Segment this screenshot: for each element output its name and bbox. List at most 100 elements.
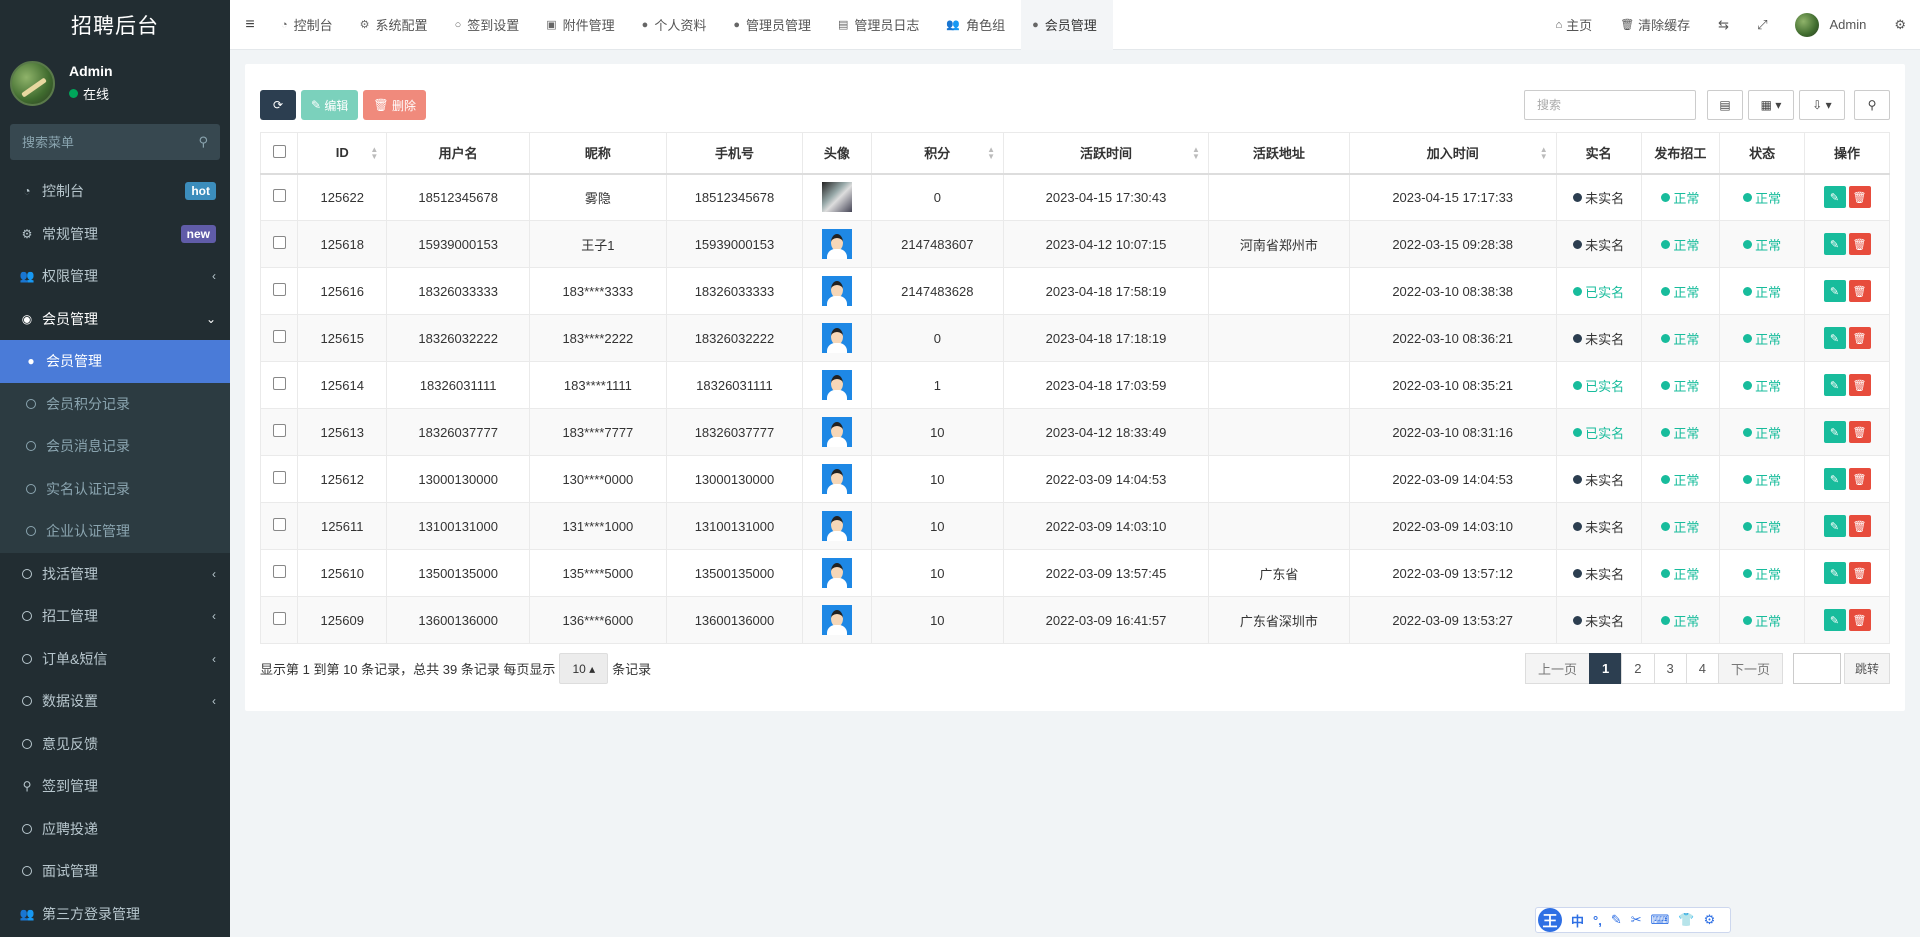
sidebar-item[interactable]: 👥 权限管理 ‹ xyxy=(0,255,230,298)
sidebar-item[interactable]: 面试管理 xyxy=(0,850,230,893)
avatar[interactable] xyxy=(821,605,852,635)
sidebar-item[interactable]: ● 会员管理 xyxy=(0,340,230,383)
page-button[interactable]: 3 xyxy=(1653,653,1687,684)
page-button[interactable]: 2 xyxy=(1621,653,1655,684)
row-edit-button[interactable]: ✎ xyxy=(1823,186,1846,209)
column-header[interactable]: 积分 ▲ ▼ xyxy=(870,132,1005,175)
publish-badge[interactable]: 正常 xyxy=(1661,423,1699,442)
column-header[interactable]: 活跃时间 ▲ ▼ xyxy=(1003,132,1209,175)
row-checkbox[interactable] xyxy=(272,424,286,437)
jump-page-input[interactable] xyxy=(1792,653,1841,684)
row-edit-button[interactable]: ✎ xyxy=(1823,515,1846,537)
avatar[interactable] xyxy=(821,182,852,213)
row-edit-button[interactable]: ✎ xyxy=(1823,327,1846,349)
row-checkbox[interactable] xyxy=(272,612,286,625)
row-checkbox[interactable] xyxy=(272,471,286,484)
sidebar-item[interactable]: 数据设置 ‹ xyxy=(0,680,230,723)
row-edit-button[interactable]: ✎ xyxy=(1823,609,1846,631)
app-logo-title[interactable]: 招聘后台 xyxy=(0,0,230,50)
avatar[interactable] xyxy=(821,464,852,494)
home-link[interactable]: ⌂ 主页 xyxy=(1542,15,1607,34)
sidebar-item[interactable]: ⚙ 常规管理 new xyxy=(0,213,230,256)
status-badge[interactable]: 正常 xyxy=(1743,188,1781,207)
row-checkbox[interactable] xyxy=(272,236,286,249)
columns-button[interactable]: ▦ ▾ xyxy=(1748,90,1794,120)
status-badge[interactable]: 正常 xyxy=(1743,235,1781,254)
search-icon[interactable]: ⚲ xyxy=(198,134,208,150)
row-edit-button[interactable]: ✎ xyxy=(1823,421,1846,443)
avatar[interactable] xyxy=(821,558,852,588)
sidebar-item[interactable]: 企业认证管理 xyxy=(0,510,230,553)
publish-badge[interactable]: 正常 xyxy=(1661,188,1699,207)
table-row[interactable]: 125612 13000130000 130****0000 13000130000 1… xyxy=(259,455,1890,503)
table-row[interactable]: 125615 18326032222 183****2222 18326032222 0… xyxy=(259,314,1890,362)
menu-toggle-icon[interactable]: ≡ xyxy=(230,16,270,34)
table-search-input[interactable] xyxy=(1537,98,1683,112)
avatar[interactable] xyxy=(821,511,852,541)
refresh-button[interactable]: ⟳ xyxy=(260,90,296,120)
ime-punct-icon[interactable]: °, xyxy=(1593,913,1602,928)
sidebar-item[interactable]: 招工管理 ‹ xyxy=(0,595,230,638)
tab-item[interactable]: ○ 签到设置 xyxy=(444,0,536,50)
table-row[interactable]: 125613 18326037777 183****7777 18326037777 1… xyxy=(259,408,1890,456)
tab-item[interactable]: ● 个人资料 xyxy=(631,0,723,50)
next-page-button[interactable]: 下一页 xyxy=(1717,653,1783,684)
row-checkbox[interactable] xyxy=(272,565,286,578)
publish-badge[interactable]: 正常 xyxy=(1661,235,1699,254)
ime-keyboard-icon[interactable]: ⌨ xyxy=(1651,912,1670,928)
status-badge[interactable]: 正常 xyxy=(1743,329,1781,348)
tab-item[interactable]: ◔ 控制台 xyxy=(270,0,349,50)
status-badge[interactable]: 正常 xyxy=(1743,282,1781,301)
sidebar-item[interactable]: 实名认证记录 xyxy=(0,467,230,510)
status-badge[interactable]: 正常 xyxy=(1743,517,1781,536)
sidebar-item[interactable]: ⚲ 签到管理 xyxy=(0,765,230,808)
row-edit-button[interactable]: ✎ xyxy=(1823,468,1846,490)
page-button[interactable]: 4 xyxy=(1685,653,1719,684)
status-badge[interactable]: 正常 xyxy=(1743,423,1781,442)
tab-item[interactable]: ● 会员管理 xyxy=(1021,0,1113,50)
page-button[interactable]: 1 xyxy=(1589,653,1623,684)
row-delete-button[interactable]: 🗑 xyxy=(1848,515,1871,537)
edit-button[interactable]: ✎ 编辑 xyxy=(301,90,359,120)
sidebar-item[interactable]: 会员积分记录 xyxy=(0,382,230,425)
ime-logo-icon[interactable]: 王 xyxy=(1538,908,1562,932)
table-row[interactable]: 125618 15939000153 王子1 15939000153 214748360… xyxy=(259,220,1890,268)
tab-item[interactable]: ▤ 管理员日志 xyxy=(827,0,935,50)
sidebar-item[interactable]: 找活管理 ‹ xyxy=(0,553,230,596)
table-row[interactable]: 125622 18512345678 雾隐 18512345678 0 2023-04-1… xyxy=(259,173,1890,221)
toggle-view-button[interactable]: ▤ xyxy=(1707,90,1743,120)
row-checkbox[interactable] xyxy=(272,283,286,296)
ime-mode-toggle[interactable]: 中 xyxy=(1571,911,1584,930)
ime-scissors-icon[interactable]: ✂ xyxy=(1631,912,1642,928)
row-checkbox[interactable] xyxy=(272,377,286,390)
table-row[interactable]: 125614 18326031111 183****1111 18326031111 1… xyxy=(259,361,1890,409)
settings-gear-icon[interactable]: ⚙ xyxy=(1880,17,1920,33)
row-delete-button[interactable]: 🗑 xyxy=(1848,562,1871,584)
sidebar-item[interactable]: 会员消息记录 xyxy=(0,425,230,468)
tab-item[interactable]: ⚙ 系统配置 xyxy=(349,0,444,50)
fullscreen-icon[interactable]: ⤢ xyxy=(1743,17,1781,33)
sidebar-item[interactable]: 订单&短信 ‹ xyxy=(0,638,230,681)
row-checkbox[interactable] xyxy=(272,518,286,531)
sidebar-item[interactable]: ◔ 控制台 hot xyxy=(0,170,230,213)
avatar[interactable] xyxy=(821,323,852,353)
language-icon[interactable]: ⇆ xyxy=(1704,17,1743,33)
table-row[interactable]: 125611 13100131000 131****1000 13100131000 1… xyxy=(259,502,1890,550)
ime-skin-icon[interactable]: 👕 xyxy=(1678,912,1694,928)
row-delete-button[interactable]: 🗑 xyxy=(1848,327,1871,349)
ime-pen-icon[interactable]: ✎ xyxy=(1611,912,1622,928)
delete-button[interactable]: 🗑 删除 xyxy=(363,90,427,120)
sidebar-item[interactable]: 应聘投递 xyxy=(0,808,230,851)
publish-badge[interactable]: 正常 xyxy=(1661,470,1699,489)
row-edit-button[interactable]: ✎ xyxy=(1823,562,1846,584)
row-edit-button[interactable]: ✎ xyxy=(1823,280,1846,302)
jump-button[interactable]: 跳转 xyxy=(1843,653,1890,684)
sidebar-search-input[interactable] xyxy=(22,134,199,150)
row-delete-button[interactable]: 🗑 xyxy=(1848,609,1871,631)
avatar[interactable] xyxy=(821,370,852,400)
table-row[interactable]: 125609 13600136000 136****6000 13600136000 1… xyxy=(259,596,1890,644)
column-header[interactable]: 加入时间 ▲ ▼ xyxy=(1348,132,1557,175)
row-delete-button[interactable]: 🗑 xyxy=(1848,233,1871,255)
avatar[interactable] xyxy=(821,417,852,447)
tab-item[interactable]: ▣ 附件管理 xyxy=(535,0,630,50)
